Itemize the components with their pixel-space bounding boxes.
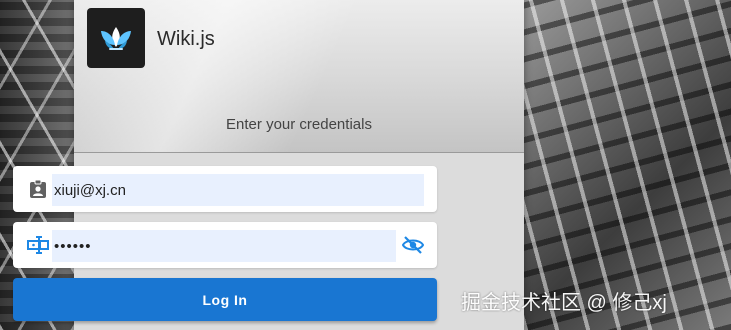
email-input[interactable] <box>52 174 424 206</box>
app-title: Wiki.js <box>157 28 215 50</box>
watermark-text: 掘金技术社区 @ 修己xj <box>461 292 667 314</box>
login-header: Wiki.js Enter your credentials <box>74 0 524 153</box>
password-field-icon <box>27 234 49 256</box>
email-field <box>13 166 437 212</box>
password-input[interactable] <box>52 230 396 262</box>
login-button[interactable]: Log In <box>13 278 437 321</box>
password-field <box>13 222 437 268</box>
wikijs-logo-icon <box>87 8 145 68</box>
eye-off-icon[interactable] <box>401 234 425 256</box>
background-image-right <box>524 0 731 330</box>
login-subtitle: Enter your credentials <box>226 116 372 133</box>
id-badge-icon <box>27 178 49 200</box>
